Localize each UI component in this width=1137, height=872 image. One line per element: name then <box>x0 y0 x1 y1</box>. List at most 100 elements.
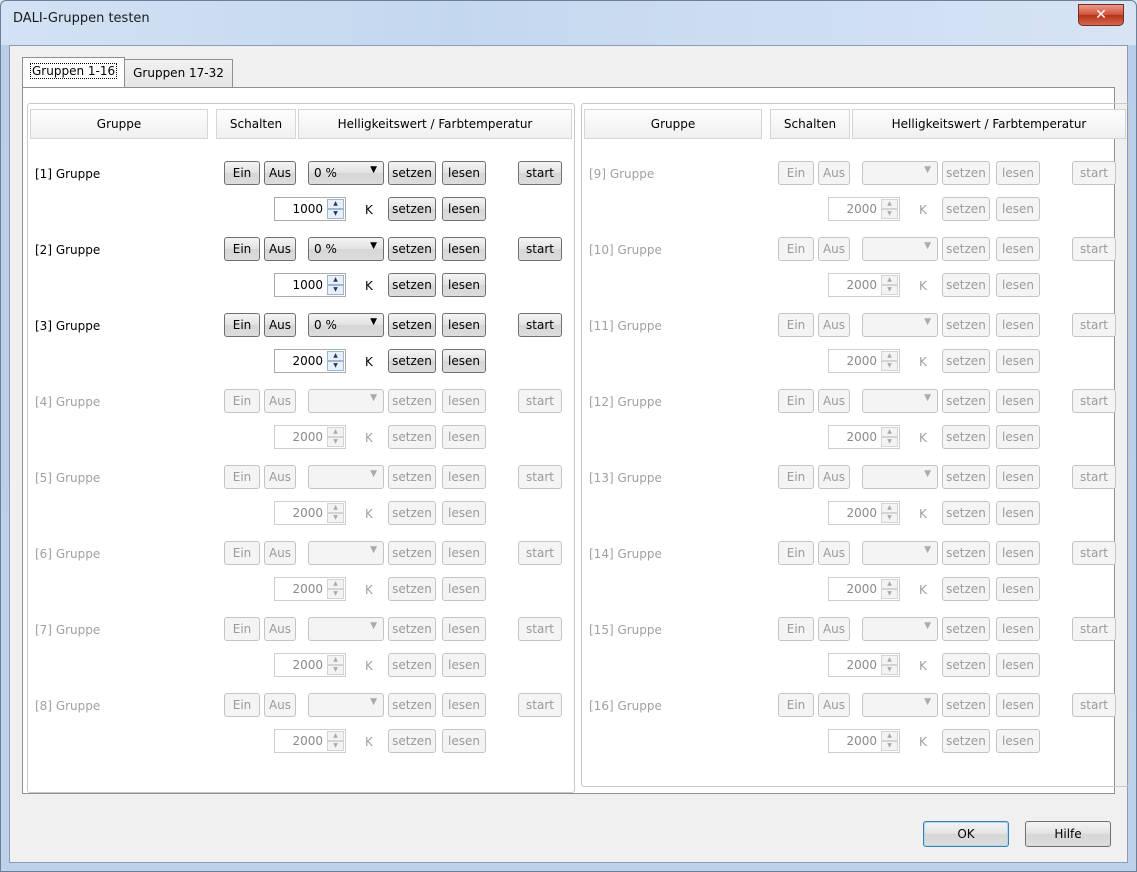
on-button[interactable]: Ein <box>224 313 260 337</box>
set-color-temp-button[interactable]: setzen <box>388 729 436 753</box>
brightness-select[interactable]: ▼ <box>308 541 384 565</box>
set-brightness-button[interactable]: setzen <box>388 541 436 565</box>
set-brightness-button[interactable]: setzen <box>388 161 436 185</box>
off-button[interactable]: Aus <box>818 693 850 717</box>
start-button[interactable]: start <box>518 693 562 717</box>
brightness-select[interactable]: ▼ <box>308 617 384 641</box>
read-color-temp-button[interactable]: lesen <box>996 273 1040 297</box>
set-color-temp-button[interactable]: setzen <box>942 729 990 753</box>
set-color-temp-button[interactable]: setzen <box>388 349 436 373</box>
spinner-arrows-icon[interactable]: ▲ ▼ <box>881 731 898 751</box>
on-button[interactable]: Ein <box>224 237 260 261</box>
spinner-arrows-icon[interactable]: ▲ ▼ <box>881 199 898 219</box>
set-color-temp-button[interactable]: setzen <box>942 577 990 601</box>
brightness-select[interactable]: ▼ <box>308 693 384 717</box>
set-brightness-button[interactable]: setzen <box>388 693 436 717</box>
color-temp-spinner[interactable]: 2000 ▲ ▼ <box>274 653 346 677</box>
read-color-temp-button[interactable]: lesen <box>442 653 486 677</box>
on-button[interactable]: Ein <box>224 541 260 565</box>
off-button[interactable]: Aus <box>818 313 850 337</box>
read-color-temp-button[interactable]: lesen <box>996 425 1040 449</box>
off-button[interactable]: Aus <box>264 389 296 413</box>
read-brightness-button[interactable]: lesen <box>442 617 486 641</box>
on-button[interactable]: Ein <box>224 161 260 185</box>
read-brightness-button[interactable]: lesen <box>442 465 486 489</box>
tab-groups-17-32[interactable]: Gruppen 17-32 <box>124 59 233 87</box>
brightness-select[interactable]: ▼ <box>308 465 384 489</box>
brightness-select[interactable]: 0 % ▼ <box>308 237 384 261</box>
read-brightness-button[interactable]: lesen <box>996 693 1040 717</box>
color-temp-spinner[interactable]: 2000 ▲ ▼ <box>828 577 900 601</box>
spinner-arrows-icon[interactable]: ▲ ▼ <box>327 579 344 599</box>
close-button[interactable]: ✕ <box>1078 4 1124 26</box>
color-temp-spinner[interactable]: 1000 ▲ ▼ <box>274 273 346 297</box>
start-button[interactable]: start <box>1072 693 1116 717</box>
read-color-temp-button[interactable]: lesen <box>442 197 486 221</box>
color-temp-spinner[interactable]: 2000 ▲ ▼ <box>828 653 900 677</box>
start-button[interactable]: start <box>1072 465 1116 489</box>
read-color-temp-button[interactable]: lesen <box>996 501 1040 525</box>
brightness-select[interactable]: ▼ <box>862 313 938 337</box>
on-button[interactable]: Ein <box>778 465 814 489</box>
read-brightness-button[interactable]: lesen <box>996 161 1040 185</box>
color-temp-spinner[interactable]: 2000 ▲ ▼ <box>828 729 900 753</box>
color-temp-spinner[interactable]: 1000 ▲ ▼ <box>274 197 346 221</box>
off-button[interactable]: Aus <box>264 161 296 185</box>
off-button[interactable]: Aus <box>818 389 850 413</box>
off-button[interactable]: Aus <box>264 541 296 565</box>
brightness-select[interactable]: ▼ <box>862 389 938 413</box>
set-brightness-button[interactable]: setzen <box>388 617 436 641</box>
spinner-arrows-icon[interactable]: ▲ ▼ <box>327 199 344 219</box>
read-brightness-button[interactable]: lesen <box>996 237 1040 261</box>
start-button[interactable]: start <box>1072 161 1116 185</box>
read-color-temp-button[interactable]: lesen <box>996 729 1040 753</box>
on-button[interactable]: Ein <box>778 693 814 717</box>
start-button[interactable]: start <box>1072 313 1116 337</box>
spinner-arrows-icon[interactable]: ▲ ▼ <box>327 503 344 523</box>
color-temp-spinner[interactable]: 2000 ▲ ▼ <box>828 349 900 373</box>
off-button[interactable]: Aus <box>264 237 296 261</box>
start-button[interactable]: start <box>518 161 562 185</box>
help-button[interactable]: Hilfe <box>1025 821 1111 847</box>
set-brightness-button[interactable]: setzen <box>388 313 436 337</box>
spinner-arrows-icon[interactable]: ▲ ▼ <box>327 351 344 371</box>
brightness-select[interactable]: 0 % ▼ <box>308 161 384 185</box>
color-temp-spinner[interactable]: 2000 ▲ ▼ <box>828 501 900 525</box>
read-brightness-button[interactable]: lesen <box>442 541 486 565</box>
start-button[interactable]: start <box>1072 541 1116 565</box>
read-color-temp-button[interactable]: lesen <box>442 425 486 449</box>
read-brightness-button[interactable]: lesen <box>996 541 1040 565</box>
read-brightness-button[interactable]: lesen <box>442 237 486 261</box>
spinner-arrows-icon[interactable]: ▲ ▼ <box>327 427 344 447</box>
set-color-temp-button[interactable]: setzen <box>942 273 990 297</box>
spinner-arrows-icon[interactable]: ▲ ▼ <box>881 503 898 523</box>
read-brightness-button[interactable]: lesen <box>442 693 486 717</box>
read-color-temp-button[interactable]: lesen <box>442 501 486 525</box>
color-temp-spinner[interactable]: 2000 ▲ ▼ <box>274 349 346 373</box>
set-brightness-button[interactable]: setzen <box>942 313 990 337</box>
off-button[interactable]: Aus <box>264 313 296 337</box>
read-brightness-button[interactable]: lesen <box>996 313 1040 337</box>
set-color-temp-button[interactable]: setzen <box>388 577 436 601</box>
set-brightness-button[interactable]: setzen <box>388 237 436 261</box>
on-button[interactable]: Ein <box>224 617 260 641</box>
set-color-temp-button[interactable]: setzen <box>942 349 990 373</box>
start-button[interactable]: start <box>518 313 562 337</box>
spinner-arrows-icon[interactable]: ▲ ▼ <box>881 351 898 371</box>
set-color-temp-button[interactable]: setzen <box>388 501 436 525</box>
set-color-temp-button[interactable]: setzen <box>388 273 436 297</box>
set-color-temp-button[interactable]: setzen <box>942 501 990 525</box>
off-button[interactable]: Aus <box>818 161 850 185</box>
color-temp-spinner[interactable]: 2000 ▲ ▼ <box>274 425 346 449</box>
title-bar[interactable]: DALI-Gruppen testen ✕ <box>1 1 1136 45</box>
brightness-select[interactable]: ▼ <box>862 541 938 565</box>
start-button[interactable]: start <box>1072 389 1116 413</box>
color-temp-spinner[interactable]: 2000 ▲ ▼ <box>828 197 900 221</box>
color-temp-spinner[interactable]: 2000 ▲ ▼ <box>828 273 900 297</box>
on-button[interactable]: Ein <box>778 541 814 565</box>
off-button[interactable]: Aus <box>264 465 296 489</box>
set-color-temp-button[interactable]: setzen <box>388 653 436 677</box>
read-color-temp-button[interactable]: lesen <box>442 577 486 601</box>
read-brightness-button[interactable]: lesen <box>442 389 486 413</box>
set-brightness-button[interactable]: setzen <box>388 465 436 489</box>
